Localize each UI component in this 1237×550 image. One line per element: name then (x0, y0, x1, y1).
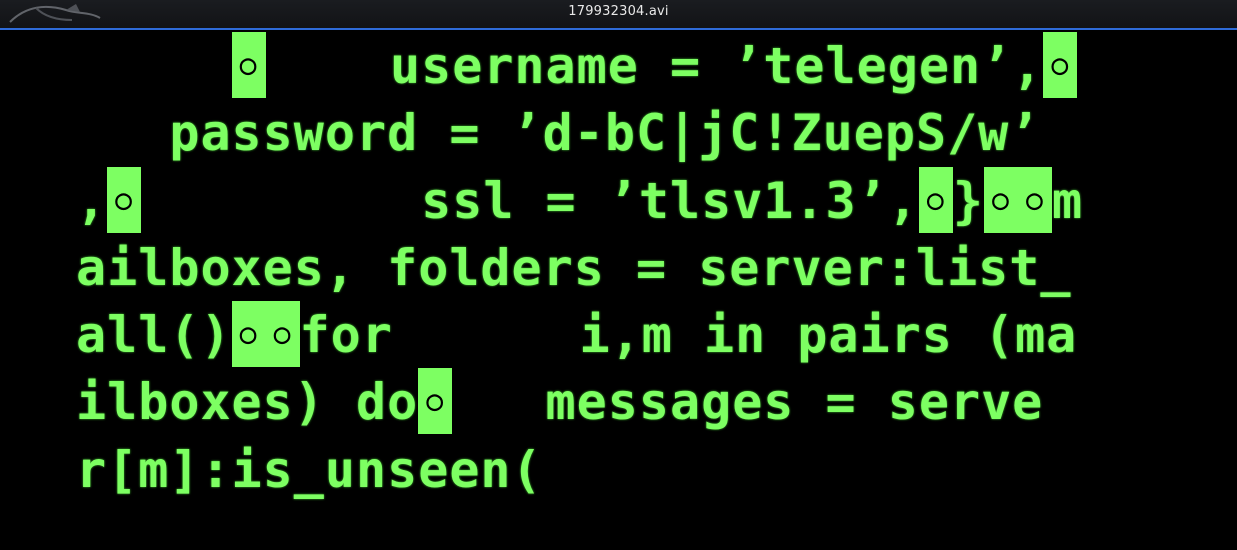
control-char-glyph: ○ (418, 368, 453, 434)
code-line: password = ’d-bC|jC!ZuepS/w’ (169, 104, 1041, 162)
control-char-glyph: ○ (231, 301, 266, 367)
code-line: ilboxes) do ○ messages = serve (76, 368, 1043, 436)
code-line: , ○ ssl = ’tlsv1.3’, ○} ○ ○ m (76, 167, 1083, 235)
code-line: ailboxes, folders = server:list_ (76, 239, 1072, 297)
code-line: ○ username = ’telegen’, ○ (76, 32, 1078, 100)
code-line: all() ○ ○ for i,m in pairs (ma (76, 301, 1077, 369)
window-title: 179932304.avi (568, 4, 669, 19)
code-line: r[m]:is_unseen( (76, 441, 543, 499)
control-char-glyph: ○ (983, 167, 1018, 233)
control-char-glyph: ○ (1043, 32, 1078, 98)
control-char-glyph: ○ (231, 32, 266, 98)
control-char-glyph: ○ (265, 301, 300, 367)
title-bar: 179932304.avi (0, 0, 1237, 30)
control-char-glyph: ○ (918, 167, 953, 233)
terminal-screen: ○ username = ’telegen’, ○ password = ’d-b… (0, 30, 1157, 550)
control-char-glyph: ○ (1017, 167, 1052, 233)
control-char-glyph: ○ (107, 167, 142, 233)
video-frame: ○ username = ’telegen’, ○ password = ’d-b… (0, 30, 1237, 550)
